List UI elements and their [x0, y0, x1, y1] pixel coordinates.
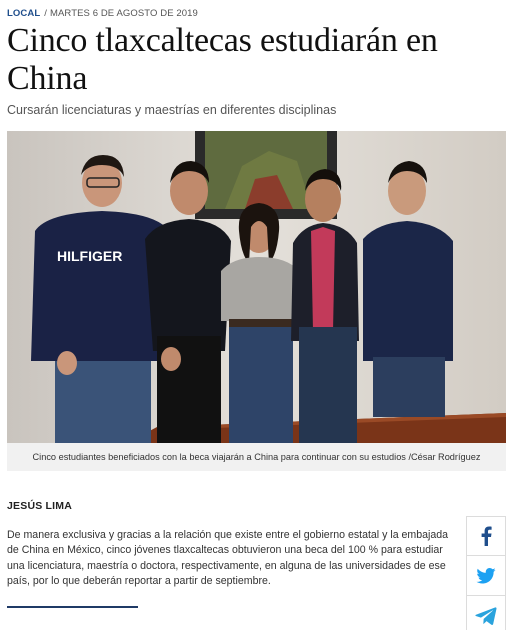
photo-caption: Cinco estudiantes beneficiados con la be…: [7, 443, 506, 471]
telegram-share-button[interactable]: [466, 596, 506, 630]
telegram-icon: [475, 606, 497, 625]
twitter-icon: [476, 567, 496, 584]
article-meta: LOCAL / MARTES 6 DE AGOSTO DE 2019: [7, 8, 198, 19]
article-body: De manera exclusiva y gracias a la relac…: [7, 529, 449, 587]
group-photo-illustration: HILFIGER: [7, 131, 506, 443]
twitter-share-button[interactable]: [466, 556, 506, 596]
body-divider: [7, 606, 138, 608]
publish-date: MARTES 6 DE AGOSTO DE 2019: [49, 8, 198, 19]
meta-separator: /: [44, 8, 47, 19]
article-subtitle: Cursarán licenciaturas y maestrías en di…: [7, 103, 337, 117]
facebook-icon: [481, 526, 492, 546]
share-bar: [466, 516, 506, 630]
article-photo: HILFIGER: [7, 131, 506, 443]
article-headline: Cinco tlaxcaltecas estudiarán en China: [7, 22, 438, 97]
facebook-share-button[interactable]: [466, 516, 506, 556]
author-name: JESÚS LIMA: [7, 500, 73, 512]
sweater-logo-text: HILFIGER: [57, 248, 122, 264]
section-link[interactable]: LOCAL: [7, 8, 40, 19]
